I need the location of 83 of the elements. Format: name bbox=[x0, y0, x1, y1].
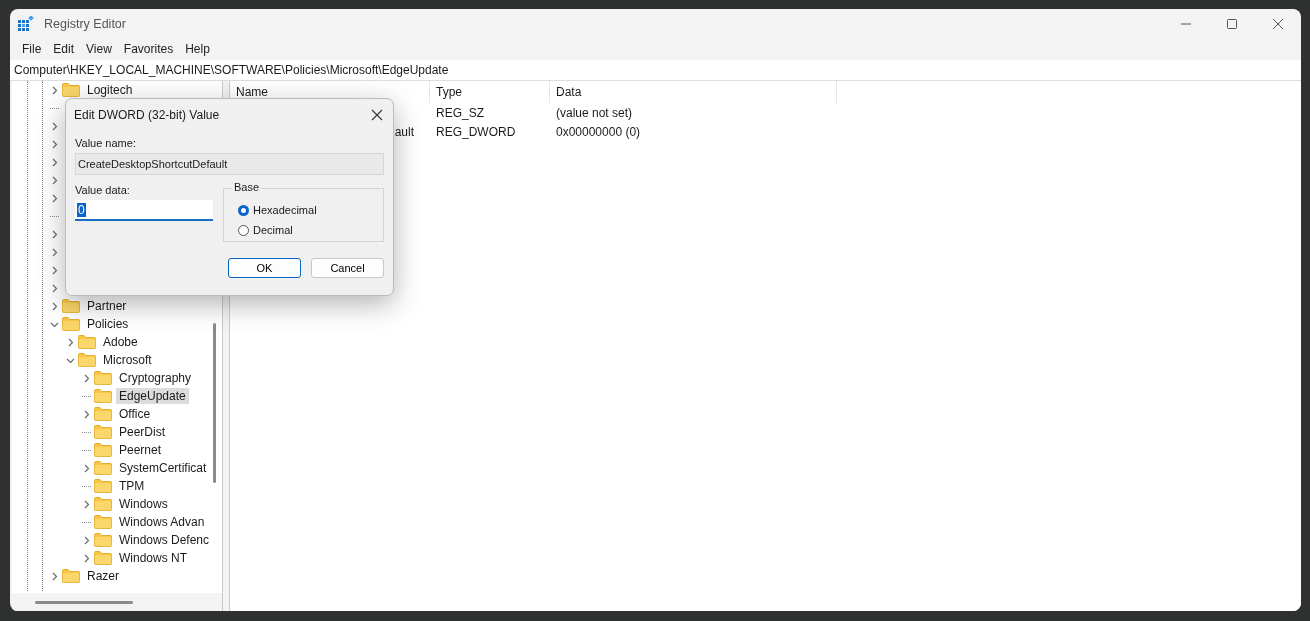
folder-icon bbox=[78, 335, 96, 349]
chevron-right-icon[interactable] bbox=[50, 301, 59, 311]
tree-item[interactable]: Windows bbox=[116, 496, 171, 512]
chevron-right-icon[interactable] bbox=[82, 463, 91, 473]
folder-icon bbox=[94, 551, 112, 565]
chevron-right-icon[interactable] bbox=[50, 157, 59, 167]
folder-icon bbox=[62, 299, 80, 313]
folder-icon bbox=[62, 317, 80, 331]
folder-icon bbox=[94, 461, 112, 475]
chevron-right-icon[interactable] bbox=[50, 247, 59, 257]
close-icon bbox=[1272, 18, 1284, 30]
window-title: Registry Editor bbox=[44, 17, 126, 31]
menu-item[interactable]: File bbox=[16, 42, 48, 56]
table-cell-text: (value not set) bbox=[555, 105, 634, 120]
tree-item[interactable]: Adobe bbox=[100, 334, 141, 350]
dialog-title: Edit DWORD (32-bit) Value bbox=[74, 108, 220, 122]
menu-item[interactable]: Edit bbox=[47, 42, 81, 56]
tree-item[interactable]: Microsoft bbox=[100, 352, 155, 368]
chevron-right-icon[interactable] bbox=[82, 553, 91, 563]
menu-item[interactable]: Favorites bbox=[117, 42, 180, 56]
tree-item[interactable]: Partner bbox=[84, 298, 130, 314]
chevron-right-icon[interactable] bbox=[50, 85, 59, 95]
chevron-right-icon[interactable] bbox=[66, 337, 75, 347]
tree-item[interactable]: Peernet bbox=[116, 442, 165, 458]
cancel-button[interactable]: Cancel bbox=[311, 258, 384, 278]
table-cell: ault bbox=[394, 124, 414, 139]
folder-icon bbox=[94, 371, 112, 385]
table-cell-text: REG_SZ bbox=[435, 105, 485, 120]
maximize-icon bbox=[1226, 18, 1238, 30]
chevron-right-icon[interactable] bbox=[82, 409, 91, 419]
folder-icon bbox=[94, 497, 112, 511]
folder-icon bbox=[62, 569, 80, 583]
chevron-right-icon[interactable] bbox=[82, 373, 91, 383]
field-label: Value name: bbox=[75, 137, 137, 149]
close-icon[interactable] bbox=[371, 109, 383, 121]
radio-option[interactable]: Decimal bbox=[238, 220, 383, 240]
tree-item[interactable]: Windows Advan bbox=[116, 514, 208, 530]
radio-option[interactable]: Hexadecimal bbox=[238, 200, 383, 220]
table-cell-text: 0x00000000 (0) bbox=[555, 124, 642, 139]
tree-item[interactable]: Cryptography bbox=[116, 370, 195, 386]
field-label: Value data: bbox=[75, 184, 131, 196]
chevron-right-icon[interactable] bbox=[50, 283, 59, 293]
chevron-right-icon[interactable] bbox=[82, 499, 91, 509]
tree-item[interactable]: PeerDist bbox=[116, 424, 168, 440]
tree-item[interactable]: Windows Defenc bbox=[116, 532, 213, 548]
chevron-right-icon[interactable] bbox=[50, 571, 59, 581]
folder-icon bbox=[78, 353, 96, 367]
folder-icon bbox=[94, 515, 112, 529]
table-cell-text: REG_DWORD bbox=[435, 124, 517, 139]
tree-item[interactable]: Windows NT bbox=[116, 550, 190, 566]
address-bar[interactable]: Computer\HKEY_LOCAL_MACHINE\SOFTWARE\Policies\Microsoft\EdgeUpdate bbox=[10, 60, 1301, 81]
chevron-right-icon[interactable] bbox=[50, 175, 59, 185]
tree-item[interactable]: Razer bbox=[84, 568, 122, 584]
folder-icon bbox=[94, 443, 112, 457]
ok-button[interactable]: OK bbox=[228, 258, 301, 278]
folder-icon bbox=[94, 389, 112, 403]
value-data-field[interactable]: 0 bbox=[75, 200, 213, 221]
chevron-right-icon[interactable] bbox=[50, 265, 59, 275]
group-label: Base bbox=[232, 181, 262, 193]
value-name-field[interactable]: CreateDesktopShortcutDefault bbox=[75, 153, 384, 175]
folder-icon bbox=[94, 425, 112, 439]
tree-item[interactable]: Office bbox=[116, 406, 154, 422]
column-header[interactable]: Data bbox=[550, 81, 837, 103]
chevron-right-icon[interactable] bbox=[82, 535, 91, 545]
chevron-right-icon[interactable] bbox=[50, 139, 59, 149]
chevron-right-icon[interactable] bbox=[50, 121, 59, 131]
tree-item[interactable]: SystemCertificat bbox=[116, 460, 210, 476]
tree-item[interactable]: Policies bbox=[84, 316, 132, 332]
tree-item[interactable]: TPM bbox=[116, 478, 148, 494]
menu-item[interactable]: View bbox=[80, 42, 118, 56]
folder-icon bbox=[62, 83, 80, 97]
registry-icon bbox=[18, 16, 34, 32]
tree-item[interactable]: EdgeUpdate bbox=[116, 388, 189, 404]
chevron-right-icon[interactable] bbox=[50, 229, 59, 239]
menu-item[interactable]: Help bbox=[179, 42, 216, 56]
chevron-right-icon[interactable] bbox=[50, 193, 59, 203]
folder-icon bbox=[94, 533, 112, 547]
folder-icon bbox=[94, 479, 112, 493]
column-header[interactable]: Type bbox=[430, 81, 550, 103]
scrollbar-thumb[interactable] bbox=[35, 601, 133, 604]
tree-item[interactable]: Logitech bbox=[84, 82, 136, 98]
scrollbar-thumb[interactable] bbox=[213, 323, 216, 483]
folder-icon bbox=[94, 407, 112, 421]
